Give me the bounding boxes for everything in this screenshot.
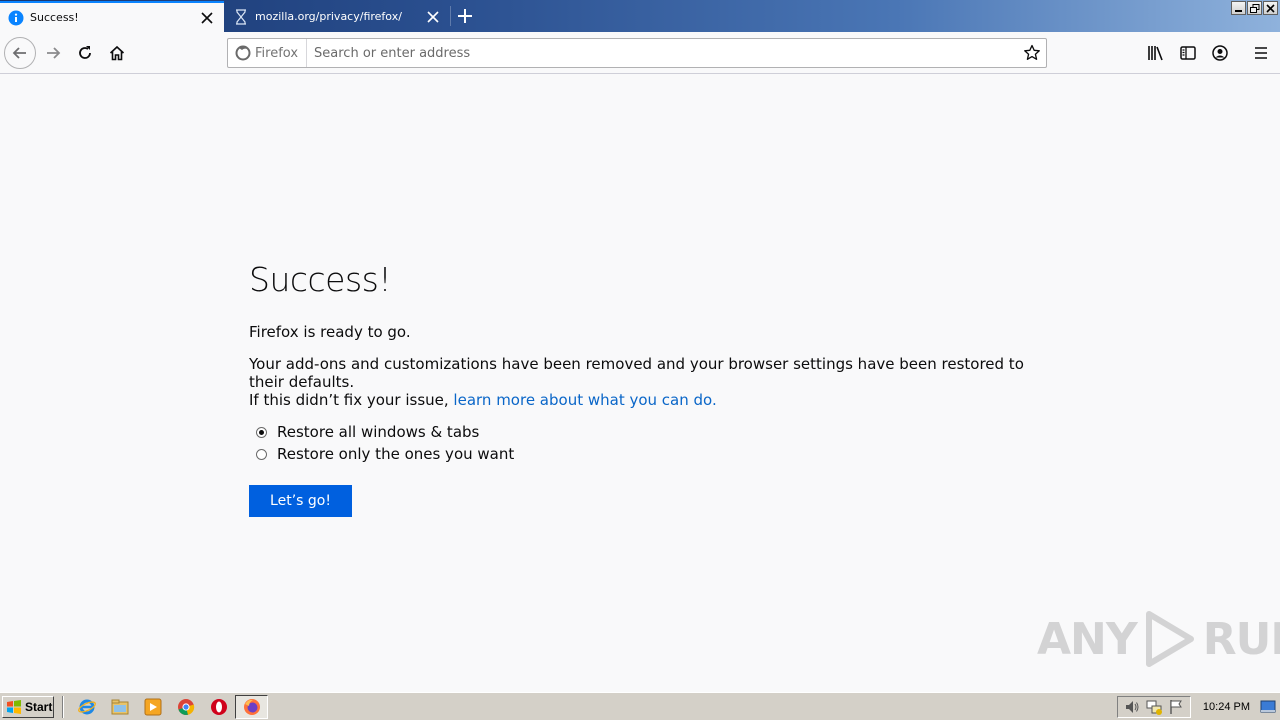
opera-button[interactable] [202, 695, 235, 719]
ready-text: Firefox is ready to go. [249, 323, 411, 341]
reload-icon [79, 46, 91, 59]
identity-label: Firefox [255, 45, 299, 61]
watermark-text-left: ANY [1037, 613, 1138, 665]
minimize-button[interactable] [1231, 1, 1246, 15]
firefox-icon [243, 698, 260, 715]
page-content: Success! Firefox is ready to go. Your ad… [0, 75, 1280, 692]
anyrun-watermark: ANY RUN [1037, 610, 1280, 668]
tab-success[interactable]: Success! [0, 1, 224, 32]
option-label: Restore all windows & tabs [277, 423, 480, 441]
show-desktop-icon[interactable] [1260, 700, 1276, 714]
watermark-text-right: RUN [1202, 613, 1280, 665]
restore-some-option[interactable]: Restore only the ones you want [249, 443, 1049, 465]
home-icon [109, 45, 125, 61]
library-button[interactable] [1141, 37, 1171, 69]
help-prefix: If this didn’t fix your issue, [249, 391, 449, 409]
loading-hourglass-icon [233, 8, 249, 25]
new-tab-button[interactable] [452, 3, 478, 29]
tab-title: Success! [30, 11, 79, 24]
navigation-toolbar: Firefox [0, 32, 1280, 74]
body-text: Your add-ons and customizations have bee… [249, 355, 1049, 409]
lets-go-button[interactable]: Let’s go! [249, 485, 352, 517]
volume-icon[interactable] [1124, 699, 1140, 715]
system-tray: 10:24 PM [1113, 695, 1280, 718]
close-icon [201, 11, 213, 24]
learn-more-link[interactable]: learn more about what you can do. [453, 391, 716, 409]
taskbar-separator [62, 695, 64, 718]
chrome-icon [177, 698, 194, 715]
windows-taskbar: Start 10:24 PM [0, 692, 1280, 720]
media-player-icon [144, 698, 161, 715]
close-tab-button[interactable] [196, 7, 218, 29]
back-button[interactable] [4, 37, 36, 69]
reset-success-page: Success! Firefox is ready to go. Your ad… [249, 260, 1049, 517]
opera-icon [210, 698, 227, 715]
bookmark-star-button[interactable] [1018, 39, 1046, 67]
windows-logo-icon [7, 699, 21, 714]
restore-button[interactable] [1247, 1, 1262, 15]
tab-separator [450, 6, 451, 26]
home-button[interactable] [101, 37, 133, 69]
back-arrow-icon [12, 47, 26, 59]
quick-launch [70, 694, 268, 719]
action-center-flag-icon[interactable] [1168, 699, 1184, 715]
identity-box[interactable]: Firefox [228, 39, 308, 67]
internet-explorer-icon [77, 699, 96, 714]
play-triangle-icon [1145, 611, 1194, 667]
hamburger-menu-icon [1255, 47, 1267, 59]
account-icon [1212, 45, 1228, 61]
tab-strip: Success! mozilla.org/privacy/firefox/ [0, 0, 1280, 32]
start-label: Start [25, 699, 53, 714]
tab-mozilla-privacy[interactable]: mozilla.org/privacy/firefox/ [225, 1, 450, 32]
url-input[interactable] [307, 39, 1018, 67]
file-explorer-button[interactable] [103, 695, 136, 719]
forward-button[interactable] [37, 37, 69, 69]
tab-title: mozilla.org/privacy/firefox/ [255, 10, 402, 23]
star-icon [1024, 44, 1040, 60]
window-controls [1231, 1, 1278, 15]
firefox-button[interactable] [235, 694, 268, 719]
body-text-main: Your add-ons and customizations have bee… [249, 355, 1024, 391]
plus-icon [458, 9, 472, 23]
close-window-button[interactable] [1263, 1, 1278, 15]
network-icon[interactable] [1146, 699, 1162, 715]
page-title: Success! [249, 260, 392, 299]
sidebar-button[interactable] [1173, 37, 1203, 69]
file-explorer-icon [111, 699, 128, 714]
close-icon [1266, 3, 1275, 13]
address-bar: Firefox [227, 38, 1047, 68]
account-button[interactable] [1205, 37, 1235, 69]
menu-button[interactable] [1246, 37, 1276, 69]
reload-button[interactable] [69, 37, 101, 69]
internet-explorer-button[interactable] [70, 695, 103, 719]
clock[interactable]: 10:24 PM [1203, 701, 1250, 713]
close-icon [427, 10, 439, 23]
forward-arrow-icon [47, 47, 61, 59]
library-icon [1148, 46, 1163, 61]
firefox-logo-icon [235, 45, 251, 61]
notification-area [1116, 695, 1191, 718]
start-button[interactable]: Start [2, 695, 54, 718]
radio-button-unchecked[interactable] [256, 448, 267, 460]
radio-button-checked[interactable] [256, 426, 267, 438]
restore-all-option[interactable]: Restore all windows & tabs [249, 421, 1049, 443]
close-tab-button[interactable] [422, 6, 444, 28]
sidebar-icon [1180, 46, 1196, 60]
chrome-button[interactable] [169, 695, 202, 719]
media-player-button[interactable] [136, 695, 169, 719]
option-label: Restore only the ones you want [277, 445, 515, 463]
info-icon [8, 10, 24, 26]
restore-icon [1249, 3, 1259, 13]
minimize-icon [1234, 10, 1242, 12]
